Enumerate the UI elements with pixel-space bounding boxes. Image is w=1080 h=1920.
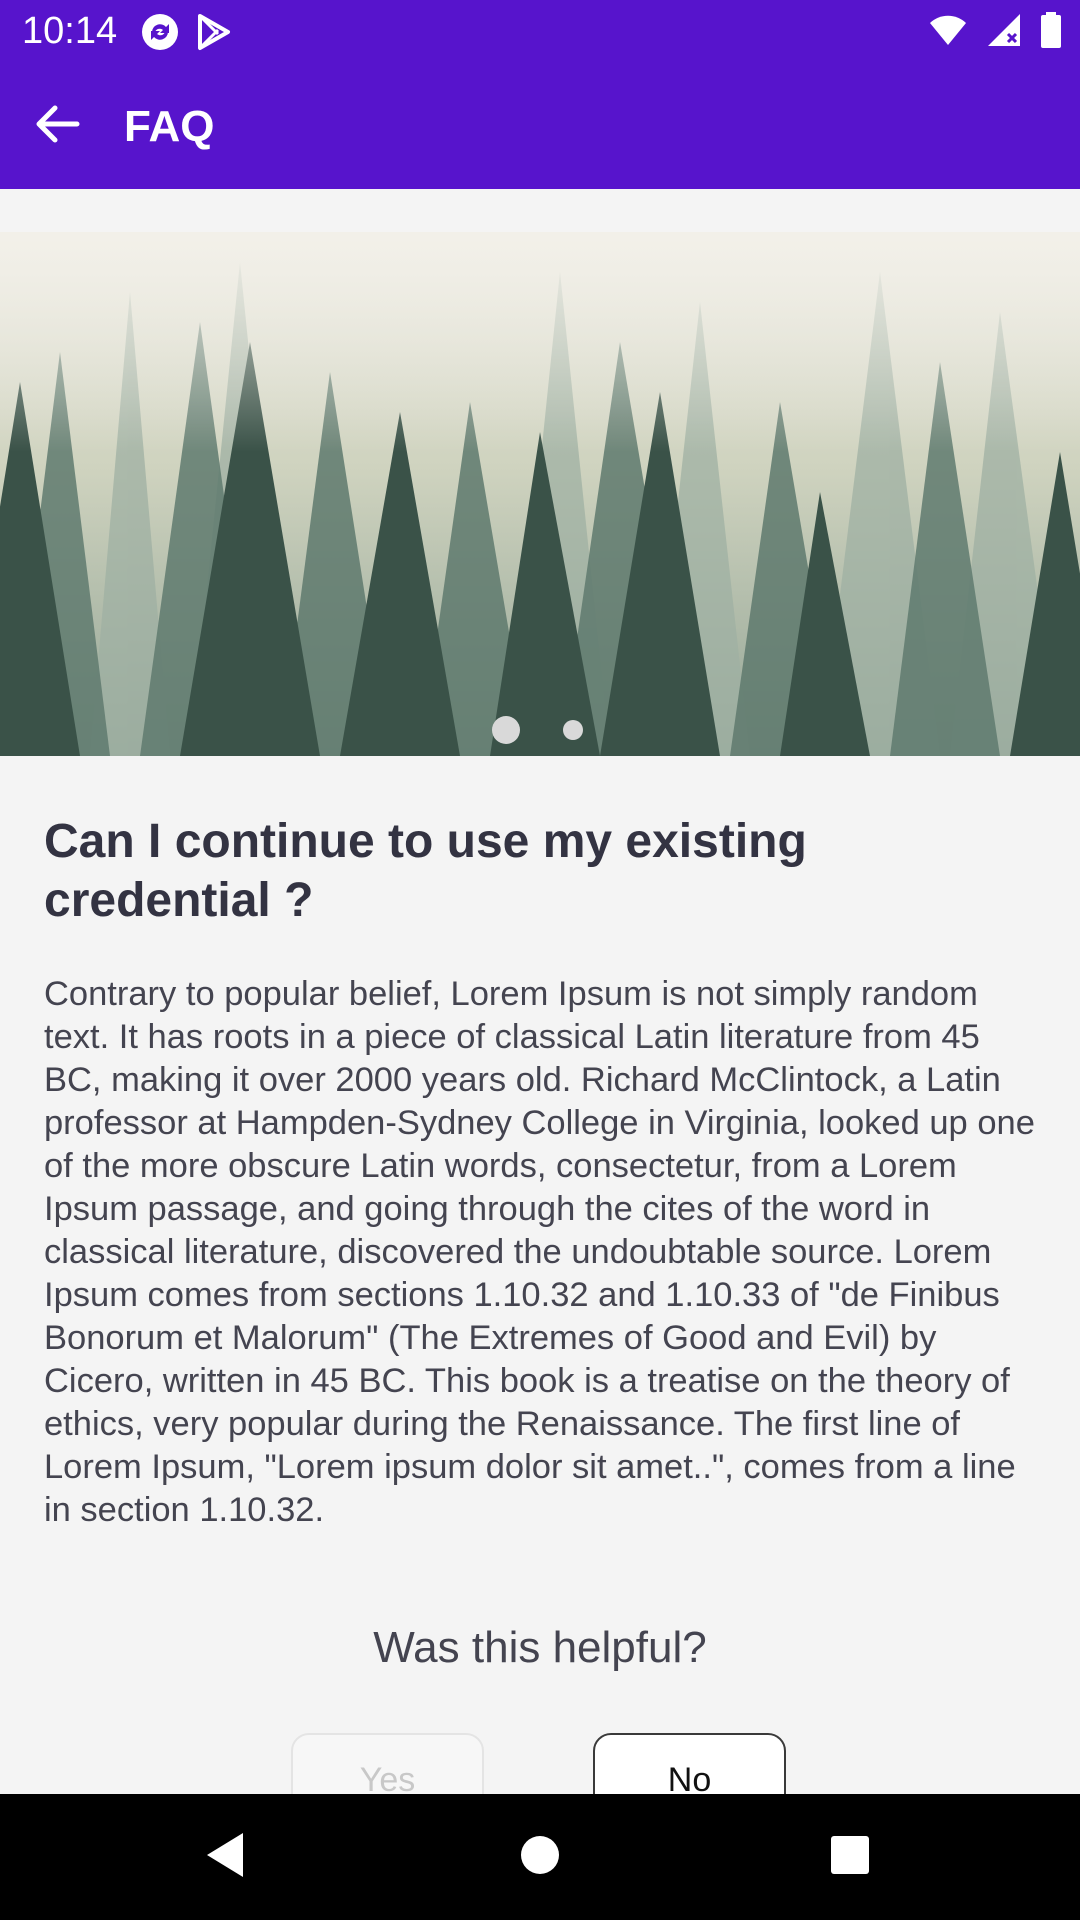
page-title: FAQ xyxy=(124,102,215,151)
sync-icon xyxy=(140,12,180,57)
wifi-icon xyxy=(928,13,968,52)
helpful-prompt: Was this helpful? xyxy=(373,1623,707,1672)
back-button[interactable] xyxy=(26,95,88,157)
carousel-dot[interactable] xyxy=(563,720,583,740)
app-bar: FAQ xyxy=(0,63,1080,189)
nav-back-button[interactable] xyxy=(175,1794,275,1920)
nav-home-button[interactable] xyxy=(490,1794,590,1920)
faq-question: Can I continue to use my existing creden… xyxy=(44,815,807,927)
carousel-dot-active[interactable] xyxy=(492,716,520,744)
nav-recents-button[interactable] xyxy=(800,1794,900,1920)
battery-icon xyxy=(1040,12,1062,53)
image-carousel[interactable] xyxy=(0,232,1080,756)
play-store-icon xyxy=(196,12,232,57)
system-nav-bar xyxy=(0,1794,1080,1920)
status-bar: 10:14 xyxy=(0,0,1080,63)
arrow-left-icon xyxy=(33,104,81,149)
forest-image xyxy=(0,232,1080,756)
status-time: 10:14 xyxy=(22,10,118,52)
status-notification-icons xyxy=(140,12,232,57)
signal-icon xyxy=(986,12,1022,53)
home-circle-icon xyxy=(520,1835,560,1880)
back-triangle-icon xyxy=(203,1831,247,1884)
status-system-icons xyxy=(928,12,1062,53)
recents-square-icon xyxy=(830,1835,870,1880)
faq-answer: Contrary to popular belief, Lorem Ipsum … xyxy=(44,975,1035,1529)
